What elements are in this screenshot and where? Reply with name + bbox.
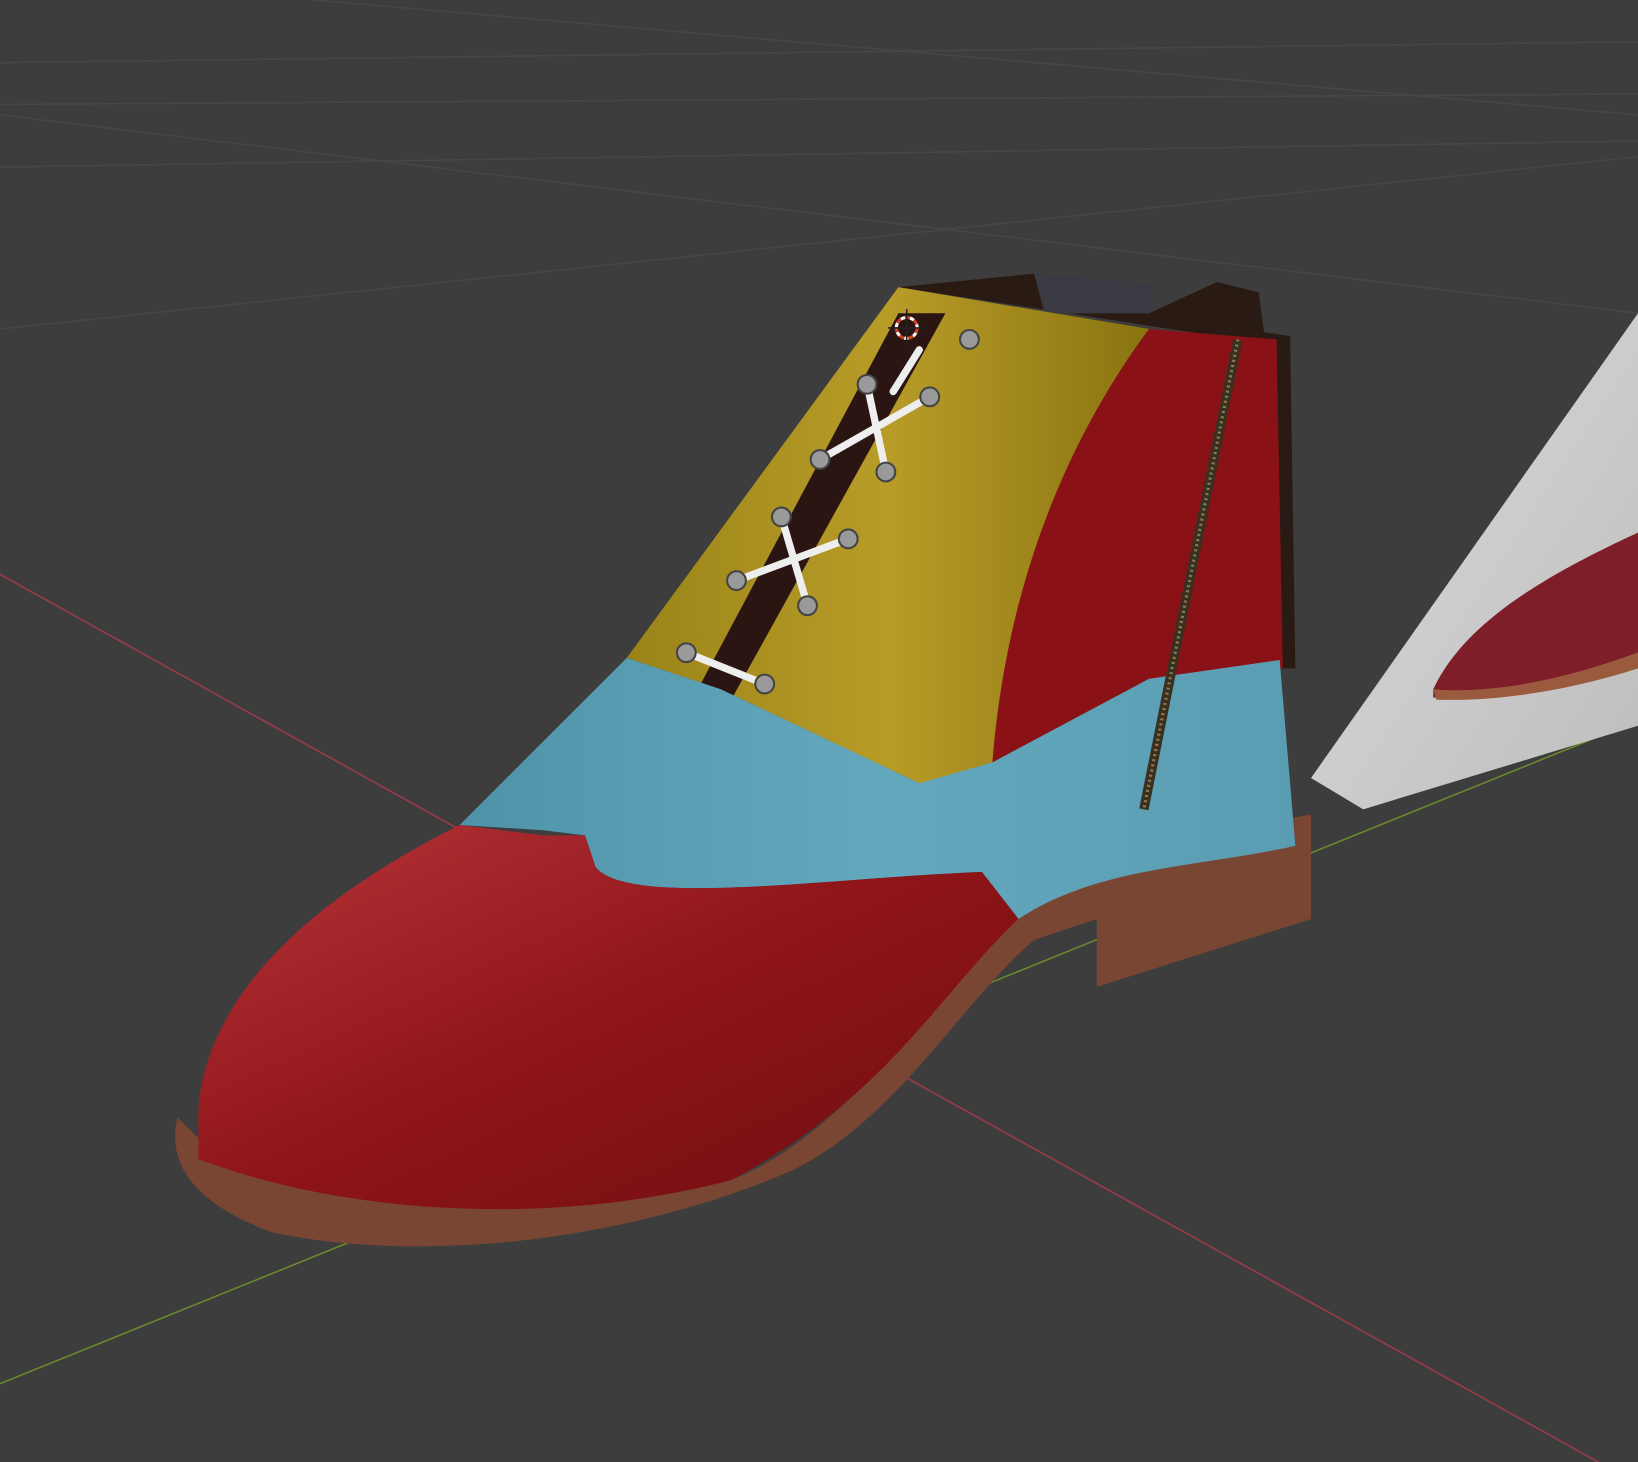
viewport-canvas[interactable]	[0, 0, 1638, 1462]
shoe-model[interactable]	[175, 273, 1312, 1247]
pull-tab	[1034, 273, 1155, 314]
reference-image-plane[interactable]	[1311, 313, 1638, 810]
floor-grid	[0, 0, 1638, 330]
3d-viewport[interactable]	[0, 0, 1638, 1462]
toe-cap-red	[198, 824, 1019, 1210]
